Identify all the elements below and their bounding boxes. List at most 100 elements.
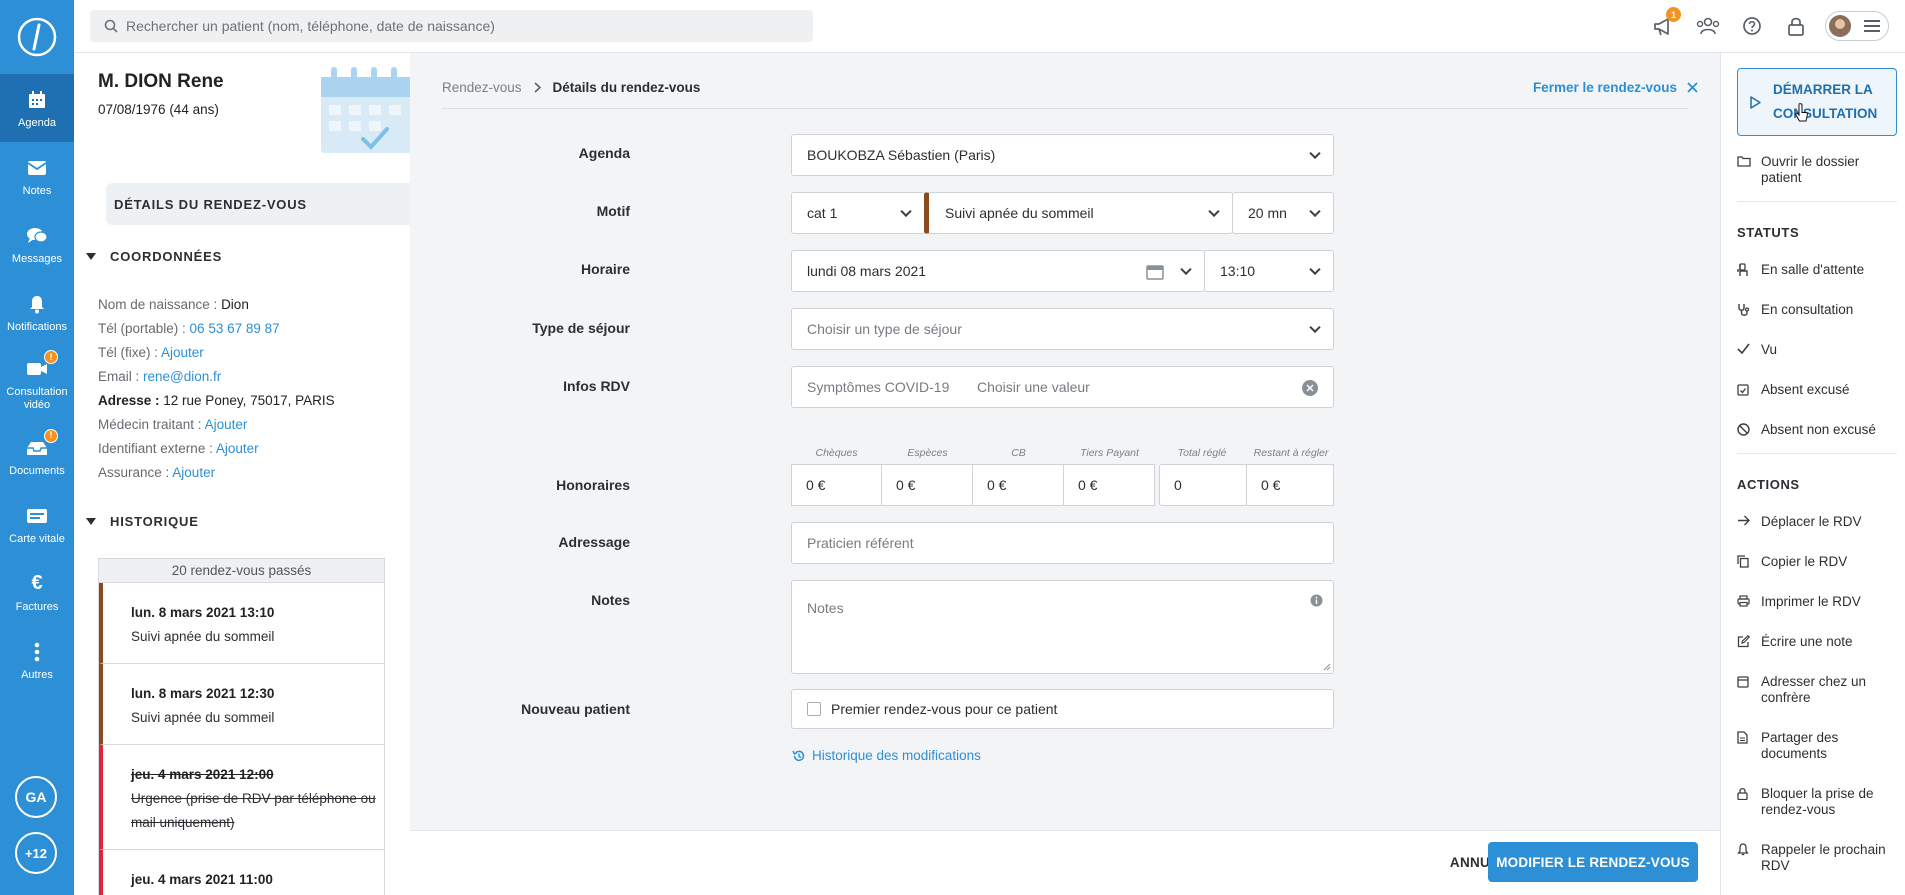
history-count: 20 rendez-vous passés xyxy=(99,559,384,583)
patient-search[interactable] xyxy=(90,10,813,42)
sejour-select[interactable]: Choisir un type de séjour xyxy=(791,308,1334,350)
label-adressage: Adressage xyxy=(558,534,630,550)
divider xyxy=(1737,201,1897,202)
status-waiting-room[interactable]: En salle d'attente xyxy=(1737,262,1897,278)
fee-input-cb[interactable]: 0 € xyxy=(972,464,1064,506)
coord-insurance: Assurance : Ajouter xyxy=(98,465,215,480)
email-link[interactable]: rene@dion.fr xyxy=(143,369,221,384)
mail-icon xyxy=(27,155,47,181)
user-menu-button[interactable] xyxy=(1825,11,1889,41)
mobile-link[interactable]: 06 53 67 89 87 xyxy=(190,321,280,336)
coord-label: Identifiant externe : xyxy=(98,441,216,456)
notes-placeholder: Notes xyxy=(807,600,844,616)
help-icon xyxy=(1743,17,1761,35)
history-item[interactable]: jeu. 4 mars 2021 11:00 xyxy=(99,850,384,895)
team-button[interactable] xyxy=(1693,11,1723,41)
video-badge: ! xyxy=(44,350,58,364)
status-seen[interactable]: Vu xyxy=(1737,342,1897,358)
nav-item-notes[interactable]: Notes xyxy=(0,142,74,210)
infos-rdv-field[interactable]: Symptômes COVID-19 Choisir une valeur xyxy=(791,366,1334,408)
history-item-cancelled[interactable]: jeu. 4 mars 2021 12:00 Urgence (prise de… xyxy=(99,745,384,850)
time-select[interactable]: 13:10 xyxy=(1204,250,1334,292)
coord-value: Dion xyxy=(221,297,249,312)
date-picker[interactable]: lundi 08 mars 2021 xyxy=(791,250,1205,292)
motif-select[interactable]: Suivi apnée du sommeil xyxy=(924,192,1233,234)
lock-button[interactable] xyxy=(1781,11,1811,41)
close-rdv-link[interactable]: Fermer le rendez-vous xyxy=(1533,80,1698,95)
fee-label-cheques: Chèques xyxy=(815,447,858,459)
app-logo[interactable] xyxy=(0,0,74,74)
action-move-rdv[interactable]: Déplacer le RDV xyxy=(1737,514,1897,530)
help-button[interactable] xyxy=(1737,11,1767,41)
nav-label: Documents xyxy=(9,464,65,477)
agenda-select[interactable]: BOUKOBZA Sébastien (Paris) xyxy=(791,134,1334,176)
tab-details-rdv[interactable]: DÉTAILS DU RENDEZ-VOUS xyxy=(106,183,410,225)
nav-item-notifications[interactable]: Notifications xyxy=(0,278,74,346)
duration-select[interactable]: 20 mn xyxy=(1232,192,1334,234)
chevron-down-icon xyxy=(1180,263,1192,276)
history-modifications-link[interactable]: Historique des modifications xyxy=(792,748,981,763)
adressage-input[interactable]: Praticien référent xyxy=(791,522,1334,564)
caret-down-icon xyxy=(86,518,96,525)
add-fixed-link[interactable]: Ajouter xyxy=(161,345,204,360)
clear-icon[interactable] xyxy=(1301,379,1319,397)
announcement-button[interactable]: 1 xyxy=(1649,7,1681,41)
video-icon: ! xyxy=(26,350,58,382)
history-item[interactable]: lun. 8 mars 2021 12:30 Suivi apnée du so… xyxy=(99,664,384,745)
info-icon[interactable] xyxy=(1310,594,1323,607)
actions-panel: DÉMARRER LA CONSULTATION Ouvrir le dossi… xyxy=(1720,53,1905,895)
start-consultation-label: DÉMARRER LA CONSULTATION xyxy=(1773,82,1878,121)
action-remind-next-rdv[interactable]: Rappeler le prochain RDV xyxy=(1737,842,1897,874)
breadcrumb-root[interactable]: Rendez-vous xyxy=(442,80,522,95)
new-patient-checkbox[interactable] xyxy=(807,702,821,716)
label-motif: Motif xyxy=(596,203,630,219)
fee-input-tiers[interactable]: 0 € xyxy=(1063,464,1155,506)
resize-handle-icon[interactable] xyxy=(1323,663,1331,671)
add-insurance-link[interactable]: Ajouter xyxy=(172,465,215,480)
action-share-documents[interactable]: Partager des documents xyxy=(1737,730,1897,762)
status-absent-not-excused[interactable]: Absent non excusé xyxy=(1737,422,1897,438)
statuts-title: STATUTS xyxy=(1737,225,1800,240)
nav-item-autres[interactable]: Autres xyxy=(0,626,74,694)
nav-item-agenda[interactable]: Agenda xyxy=(0,74,74,142)
nav-item-carte-vitale[interactable]: Carte vitale xyxy=(0,490,74,558)
infos-field-label: Symptômes COVID-19 xyxy=(807,379,950,395)
status-in-consultation[interactable]: En consultation xyxy=(1737,302,1897,318)
infos-placeholder[interactable]: Choisir une valeur xyxy=(977,379,1090,395)
coord-fixed: Tél (fixe) : Ajouter xyxy=(98,345,204,360)
breadcrumb: Rendez-vous Détails du rendez-vous xyxy=(442,80,700,95)
status-absent-excused[interactable]: Absent excusé xyxy=(1737,382,1897,398)
section-historique-toggle[interactable]: HISTORIQUE xyxy=(86,514,199,529)
fee-input-especes[interactable]: 0 € xyxy=(881,464,973,506)
user-initials[interactable]: GA xyxy=(15,776,57,818)
motif-category-select[interactable]: cat 1 xyxy=(791,192,925,234)
start-consultation-button[interactable]: DÉMARRER LA CONSULTATION xyxy=(1737,68,1897,136)
chevron-down-icon xyxy=(900,205,912,218)
action-copy-rdv[interactable]: Copier le RDV xyxy=(1737,554,1897,570)
fee-input-cheques[interactable]: 0 € xyxy=(791,464,882,506)
announcement-badge: 1 xyxy=(1666,7,1681,22)
section-coordonnees-toggle[interactable]: COORDONNÉES xyxy=(86,249,222,264)
more-users[interactable]: +12 xyxy=(15,832,57,874)
nav-item-documents[interactable]: ! Documents xyxy=(0,422,74,490)
history-item[interactable]: lun. 8 mars 2021 13:10 Suivi apnée du so… xyxy=(99,583,384,664)
open-patient-file[interactable]: Ouvrir le dossier patient xyxy=(1737,154,1897,186)
add-doctor-link[interactable]: Ajouter xyxy=(205,417,248,432)
modify-rdv-button[interactable]: MODIFIER LE RENDEZ-VOUS xyxy=(1488,842,1698,882)
logo-icon xyxy=(17,17,57,57)
action-refer-colleague[interactable]: Adresser chez un confrère xyxy=(1737,674,1897,706)
search-input[interactable] xyxy=(126,18,786,34)
new-patient-row[interactable]: Premier rendez-vous pour ce patient xyxy=(791,689,1334,729)
nav-item-video[interactable]: ! Consultation vidéo xyxy=(0,346,74,422)
fee-total[interactable]: 0 xyxy=(1159,464,1247,506)
nav-item-messages[interactable]: Messages xyxy=(0,210,74,278)
action-block-booking[interactable]: Bloquer la prise de rendez-vous xyxy=(1737,786,1897,818)
date-value: lundi 08 mars 2021 xyxy=(807,263,927,279)
open-file-label: Ouvrir le dossier patient xyxy=(1761,154,1860,185)
nav-item-factures[interactable]: € Factures xyxy=(0,558,74,626)
action-write-note[interactable]: Écrire une note xyxy=(1737,634,1897,650)
action-print-rdv[interactable]: Imprimer le RDV xyxy=(1737,594,1897,610)
notes-textarea[interactable]: Notes xyxy=(791,580,1334,674)
add-extid-link[interactable]: Ajouter xyxy=(216,441,259,456)
top-bar: 1 xyxy=(74,0,1905,53)
